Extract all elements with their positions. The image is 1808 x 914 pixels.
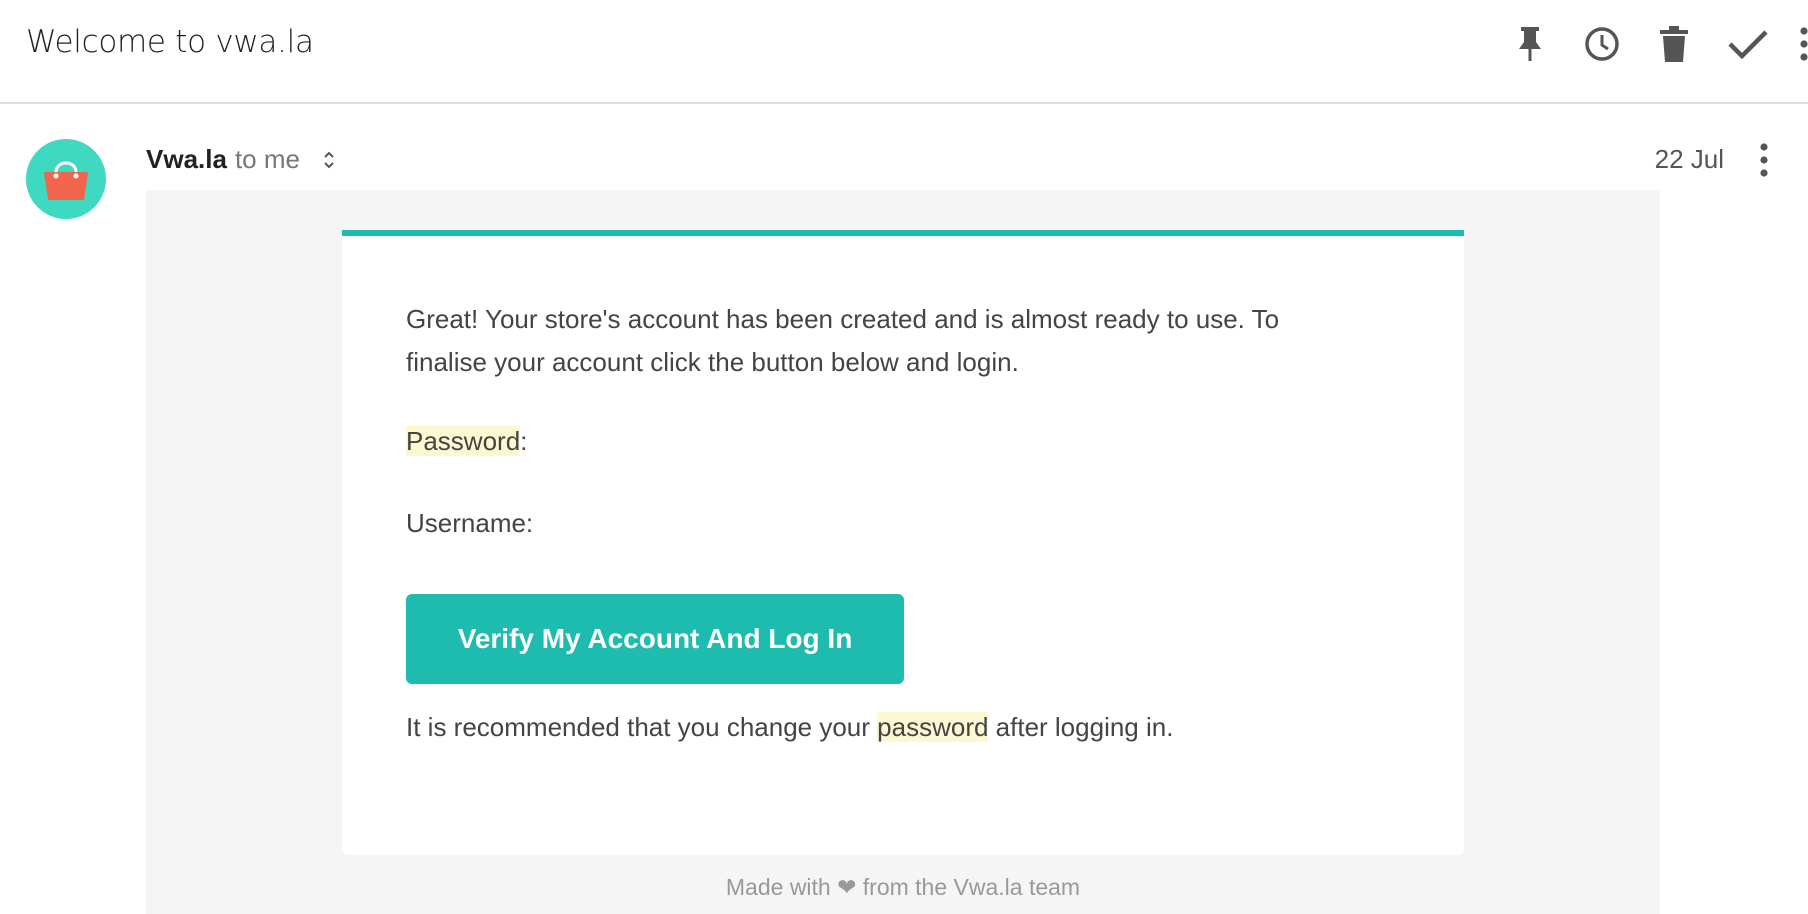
clock-icon[interactable] bbox=[1582, 24, 1622, 64]
recommendation-text: It is recommended that you change your p… bbox=[406, 706, 1173, 749]
intro-text: Great! Your store's account has been cre… bbox=[406, 304, 1280, 377]
thread-header: Welcome to vwa.la bbox=[0, 0, 1808, 104]
footer-text-before: Made with bbox=[725, 874, 838, 900]
message-more-icon[interactable] bbox=[1744, 140, 1784, 180]
recommend-highlight: password bbox=[877, 712, 989, 742]
recommend-text-before: It is recommended that you change your bbox=[406, 712, 878, 742]
password-label: Password bbox=[406, 426, 521, 456]
heart-icon: ❤ bbox=[837, 874, 857, 900]
email-body: Great! Your store's account has been cre… bbox=[146, 190, 1660, 914]
more-vert-icon[interactable] bbox=[1784, 24, 1808, 64]
sender-avatar[interactable] bbox=[26, 139, 106, 219]
sender-name[interactable]: Vwa.la bbox=[146, 144, 227, 175]
message-header: Vwa.la to me 22 Jul bbox=[0, 104, 1808, 219]
password-line: Password: bbox=[406, 420, 527, 463]
recommend-text-after: after logging in. bbox=[988, 712, 1174, 742]
sender-line: Vwa.la to me bbox=[146, 144, 344, 175]
username-line: Username: bbox=[406, 508, 534, 538]
message-date: 22 Jul bbox=[1654, 144, 1724, 174]
email-card: Great! Your store's account has been cre… bbox=[342, 230, 1464, 855]
pin-icon[interactable] bbox=[1510, 24, 1550, 64]
footer-text-after: from the Vwa.la team bbox=[856, 874, 1081, 900]
recipient-text: to me bbox=[234, 144, 300, 174]
handbag-icon bbox=[44, 161, 88, 200]
password-colon: : bbox=[520, 426, 528, 456]
expand-recipients-icon[interactable] bbox=[314, 145, 344, 175]
trash-icon[interactable] bbox=[1654, 24, 1694, 64]
check-icon[interactable] bbox=[1728, 24, 1768, 64]
verify-account-button[interactable]: Verify My Account And Log In bbox=[406, 594, 904, 684]
email-footer: Made with ❤ from the Vwa.la team bbox=[146, 874, 1660, 901]
email-subject: Welcome to vwa.la bbox=[26, 24, 314, 60]
